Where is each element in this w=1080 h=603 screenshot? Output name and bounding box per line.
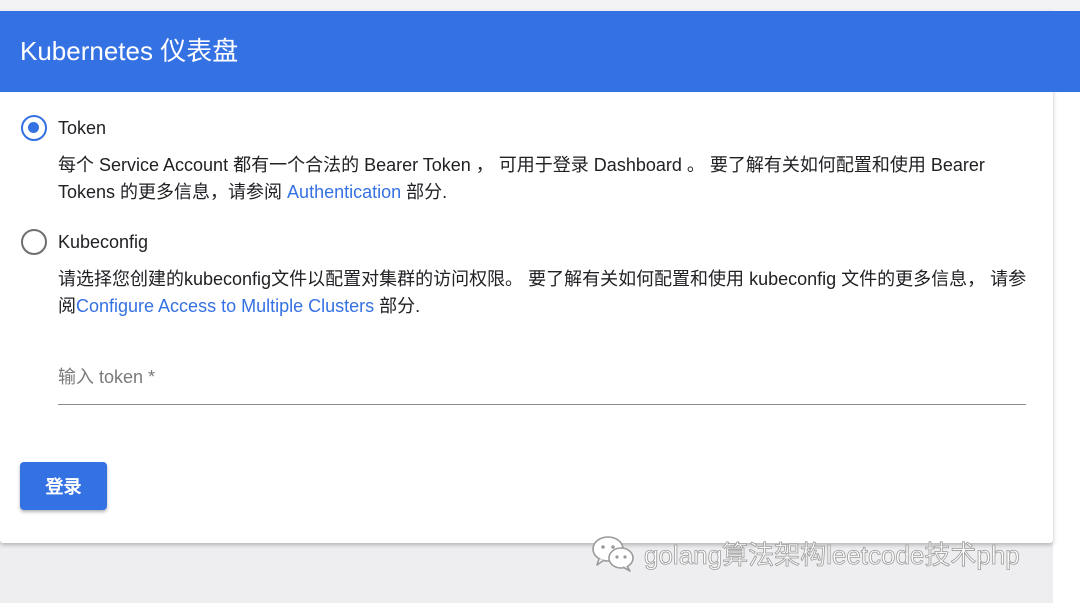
authentication-link[interactable]: Authentication (287, 182, 401, 202)
kubeconfig-description: 请选择您创建的kubeconfig文件以配置对集群的访问权限。 要了解有关如何配… (58, 266, 1043, 320)
login-button[interactable]: 登录 (20, 462, 107, 510)
kubeconfig-radio[interactable] (21, 229, 47, 255)
configure-access-link[interactable]: Configure Access to Multiple Clusters (76, 296, 374, 316)
token-field (58, 362, 1026, 407)
watermark: golang算法架构leetcode技术php (590, 533, 1020, 573)
token-input-underline (58, 404, 1026, 405)
token-description-suffix: 部分. (401, 182, 448, 202)
watermark-text: golang算法架构leetcode技术php (644, 539, 1021, 570)
kubeconfig-description-suffix: 部分. (374, 296, 421, 316)
login-card: Kubernetes 仪表盘 Token 每个 Service Account … (0, 11, 1080, 543)
token-radio[interactable] (21, 115, 47, 141)
right-strip (1053, 11, 1080, 603)
app-header: Kubernetes 仪表盘 (0, 11, 1080, 92)
page-title: Kubernetes 仪表盘 (20, 36, 239, 66)
top-strip (0, 0, 1080, 11)
token-description: 每个 Service Account 都有一个合法的 Bearer Token … (58, 152, 1043, 206)
wechat-icon (592, 536, 634, 572)
token-option-label[interactable]: Token (58, 117, 106, 139)
token-input[interactable] (58, 362, 1026, 392)
kubeconfig-option-label[interactable]: Kubeconfig (58, 231, 148, 253)
token-description-text: 每个 Service Account 都有一个合法的 Bearer Token … (58, 155, 985, 202)
